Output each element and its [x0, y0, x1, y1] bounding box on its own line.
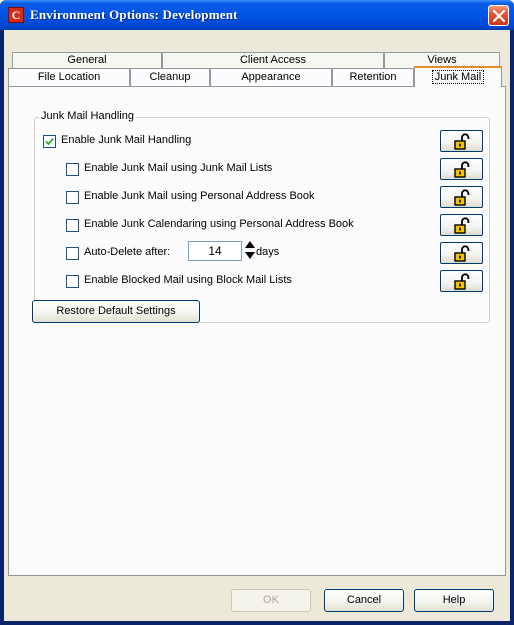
close-icon	[493, 10, 505, 22]
auto-delete-checkbox[interactable]	[66, 247, 79, 260]
lock-button[interactable]	[440, 270, 483, 292]
unlocked-padlock-icon	[454, 217, 470, 234]
dialog-window: C Environment Options: Development Gener…	[0, 0, 514, 625]
lock-button[interactable]	[440, 214, 483, 236]
unlocked-padlock-icon	[454, 133, 470, 150]
enable-junk-mail-handling-checkbox[interactable]	[43, 135, 56, 148]
app-icon: C	[8, 7, 24, 23]
option-label: Enable Junk Calendaring using Personal A…	[84, 218, 354, 230]
dialog-client-area: General Client Access Views File Locatio…	[4, 30, 510, 621]
spinner-arrows-icon	[245, 241, 255, 259]
junk-mail-pab-checkbox[interactable]	[66, 191, 79, 204]
tab-appearance[interactable]: Appearance	[210, 68, 332, 86]
tab-label: Retention	[349, 71, 397, 83]
tab-retention[interactable]: Retention	[332, 68, 414, 86]
tab-junk-mail[interactable]: Junk Mail	[414, 66, 502, 87]
title-bar[interactable]: C Environment Options: Development	[0, 0, 514, 30]
lock-button[interactable]	[440, 158, 483, 180]
tab-label: Cleanup	[149, 71, 191, 83]
lock-button[interactable]	[440, 130, 483, 152]
tab-label: Appearance	[241, 71, 301, 83]
unlocked-padlock-icon	[454, 273, 470, 290]
auto-delete-days-input[interactable]: 14	[188, 241, 242, 261]
days-spinner[interactable]	[244, 239, 256, 261]
ok-button[interactable]: OK	[231, 589, 311, 612]
option-label: Enable Junk Mail using Personal Address …	[84, 190, 315, 202]
option-label: Enable Junk Mail Handling	[61, 134, 192, 146]
tab-label: Junk Mail	[431, 70, 485, 84]
option-label: Auto-Delete after:	[84, 246, 171, 258]
tab-label: Client Access	[239, 54, 307, 66]
window-title: Environment Options: Development	[30, 7, 238, 22]
tab-label: Views	[427, 54, 457, 66]
restore-default-settings-button[interactable]: Restore Default Settings	[32, 300, 200, 323]
checkmark-icon	[45, 137, 54, 146]
lock-button[interactable]	[440, 186, 483, 208]
junk-calendaring-pab-checkbox[interactable]	[66, 219, 79, 232]
unlocked-padlock-icon	[454, 161, 470, 178]
unlocked-padlock-icon	[454, 245, 470, 262]
cancel-button[interactable]: Cancel	[324, 589, 404, 612]
days-unit-label: days	[256, 246, 280, 258]
close-button[interactable]	[488, 5, 509, 26]
option-label: Enable Junk Mail using Junk Mail Lists	[84, 162, 273, 174]
tab-label: General	[67, 54, 107, 66]
junk-mail-lists-checkbox[interactable]	[66, 163, 79, 176]
option-label: Enable Blocked Mail using Block Mail Lis…	[84, 274, 292, 286]
unlocked-padlock-icon	[454, 189, 470, 206]
lock-button[interactable]	[440, 242, 483, 264]
tab-label: File Location	[37, 71, 101, 83]
tab-cleanup[interactable]: Cleanup	[130, 68, 210, 86]
blocked-mail-lists-checkbox[interactable]	[66, 275, 79, 288]
help-button[interactable]: Help	[414, 589, 494, 612]
tab-file-location[interactable]: File Location	[8, 68, 130, 86]
group-label: Junk Mail Handling	[39, 110, 136, 122]
